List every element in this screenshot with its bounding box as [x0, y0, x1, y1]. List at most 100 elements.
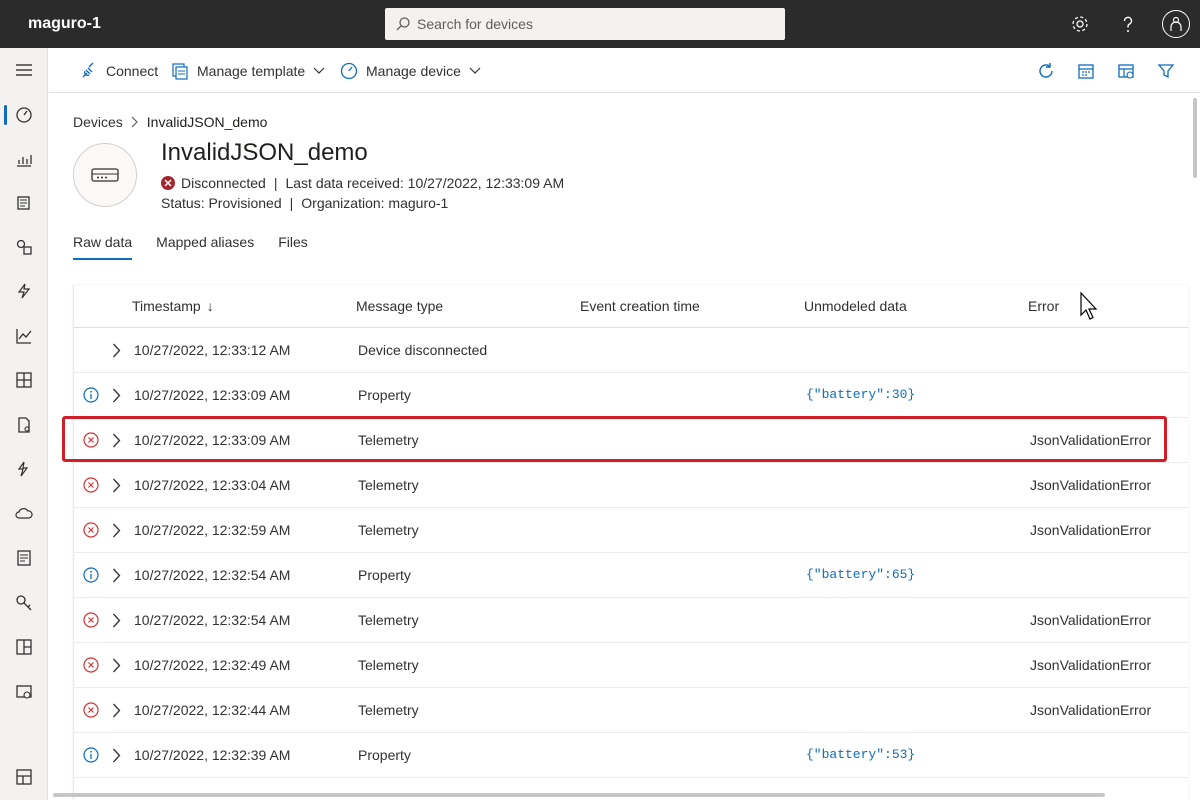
breadcrumb-current: InvalidJSON_demo	[146, 114, 268, 130]
column-timestamp[interactable]: Timestamp ↓	[132, 298, 214, 314]
column-event-creation-time[interactable]: Event creation time	[580, 298, 700, 314]
cell-timestamp: 10/27/2022, 12:32:39 AM	[134, 747, 291, 763]
search-box[interactable]: Search for devices	[385, 8, 785, 40]
nav-permissions-icon[interactable]	[0, 583, 48, 623]
help-icon[interactable]	[1104, 0, 1152, 48]
error-circle-icon	[83, 477, 99, 493]
chevron-right-icon[interactable]	[112, 477, 124, 493]
device-icon	[91, 168, 119, 182]
tab-files[interactable]: Files	[278, 234, 308, 260]
chevron-right-icon[interactable]	[112, 522, 124, 538]
manage-device-button[interactable]: Manage device	[340, 48, 481, 93]
connect-button[interactable]: Connect	[80, 48, 158, 93]
nav-cloud-export-icon[interactable]	[0, 494, 48, 534]
refresh-icon[interactable]	[1026, 48, 1066, 93]
cell-timestamp: 10/27/2022, 12:33:04 AM	[134, 477, 291, 493]
breadcrumb-devices-link[interactable]: Devices	[73, 114, 123, 130]
app-title[interactable]: maguro-1	[28, 15, 101, 33]
table-row[interactable]: 10/27/2022, 12:33:09 AM Property {"battery…	[74, 373, 1188, 418]
table-row[interactable]: 10/27/2022, 12:33:04 AM Telemetry JsonVali…	[74, 463, 1188, 508]
cell-timestamp: 10/27/2022, 12:32:54 AM	[134, 612, 291, 628]
calendar-icon[interactable]	[1066, 48, 1106, 93]
nav-analytics-icon[interactable]	[0, 139, 48, 179]
table-row[interactable]: 10/27/2022, 12:33:12 AM Device disconnect…	[74, 328, 1188, 373]
nav-dashboards-icon[interactable]	[0, 360, 48, 400]
cell-message-type: Property	[358, 567, 411, 583]
provision-status: Status: Provisioned	[161, 195, 282, 211]
cell-unmodeled-data[interactable]: {"battery":53}	[806, 747, 915, 762]
column-unmodeled-data[interactable]: Unmodeled data	[804, 298, 907, 314]
table-row[interactable]: 10/27/2022, 12:32:49 AM Telemetry JsonVali…	[74, 643, 1188, 688]
settings-gear-icon[interactable]	[1056, 0, 1104, 48]
info-circle-icon	[83, 567, 99, 583]
table-row[interactable]: 10/27/2022, 12:32:44 AM Telemetry JsonVali…	[74, 688, 1188, 733]
error-circle-icon	[83, 612, 99, 628]
chevron-down-icon	[313, 67, 325, 75]
chevron-right-icon[interactable]	[112, 702, 124, 718]
cell-timestamp: 10/27/2022, 12:32:44 AM	[134, 702, 291, 718]
separator: |	[273, 175, 278, 191]
cell-message-type: Property	[358, 387, 411, 403]
nav-devices-icon[interactable]	[0, 95, 48, 135]
left-nav	[0, 48, 48, 800]
nav-jobs-icon[interactable]	[0, 405, 48, 445]
nav-groups-icon[interactable]	[0, 227, 48, 267]
chevron-right-icon[interactable]	[112, 657, 124, 673]
cell-unmodeled-data[interactable]: {"battery":65}	[806, 567, 915, 582]
cell-message-type: Property	[358, 747, 411, 763]
account-avatar[interactable]	[1152, 0, 1200, 48]
chevron-right-icon[interactable]	[112, 747, 124, 763]
nav-audit-icon[interactable]	[0, 538, 48, 578]
cell-error: JsonValidationError	[1030, 657, 1152, 673]
chevron-right-icon[interactable]	[112, 342, 124, 358]
nav-rules-icon[interactable]	[0, 271, 48, 311]
page-title: InvalidJSON_demo	[161, 139, 368, 166]
info-circle-icon	[83, 387, 99, 403]
nav-apps-icon[interactable]	[0, 627, 48, 667]
nav-templates-icon[interactable]	[0, 183, 48, 223]
avatar-icon	[1162, 10, 1190, 38]
table-row[interactable]: 10/27/2022, 12:32:54 AM Telemetry JsonVali…	[74, 598, 1188, 643]
cell-error: JsonValidationError	[1030, 477, 1152, 493]
filter-icon[interactable]	[1146, 48, 1186, 93]
mouse-cursor-icon	[1080, 291, 1100, 323]
table-row[interactable]: 10/27/2022, 12:32:39 AM Property {"battery…	[74, 733, 1188, 778]
connection-status: Disconnected	[181, 175, 266, 191]
search-input[interactable]: Search for devices	[417, 16, 533, 32]
chevron-right-icon[interactable]	[112, 387, 124, 403]
horizontal-scrollbar[interactable]	[53, 793, 1105, 797]
template-icon	[171, 62, 189, 80]
tab-raw-data[interactable]: Raw data	[73, 234, 133, 260]
cell-timestamp: 10/27/2022, 12:32:54 AM	[134, 567, 291, 583]
cell-timestamp: 10/27/2022, 12:33:09 AM	[134, 387, 291, 403]
cell-timestamp: 10/27/2022, 12:32:59 AM	[134, 522, 291, 538]
cell-message-type: Telemetry	[358, 657, 419, 673]
nav-chart-icon[interactable]	[0, 316, 48, 356]
chevron-right-icon[interactable]	[112, 612, 124, 628]
chevron-right-icon[interactable]	[112, 567, 124, 583]
hamburger-menu-icon[interactable]	[0, 50, 48, 90]
column-timestamp-label: Timestamp	[132, 298, 201, 314]
table-row[interactable]: 10/27/2022, 12:32:59 AM Telemetry JsonVali…	[74, 508, 1188, 553]
device-status-info: Status: Provisioned | Organization: maguro…	[161, 195, 448, 211]
vertical-scrollbar[interactable]	[1193, 98, 1197, 178]
error-circle-icon	[83, 657, 99, 673]
table-row[interactable]: 10/27/2022, 12:32:54 AM Property {"battery…	[74, 553, 1188, 598]
cell-unmodeled-data[interactable]: {"battery":30}	[806, 387, 915, 402]
edit-columns-icon[interactable]	[1106, 48, 1146, 93]
tab-mapped-aliases[interactable]: Mapped aliases	[156, 234, 254, 260]
nav-settings-icon[interactable]	[0, 672, 48, 712]
nav-transform-icon[interactable]	[0, 449, 48, 489]
cell-message-type: Telemetry	[358, 522, 419, 538]
column-message-type[interactable]: Message type	[356, 298, 443, 314]
error-circle-icon	[83, 702, 99, 718]
last-data-received: Last data received: 10/27/2022, 12:33:09…	[285, 175, 565, 191]
command-bar: Connect Manage template Manage device	[49, 48, 1200, 93]
manage-device-label: Manage device	[366, 62, 461, 79]
column-error[interactable]: Error	[1028, 298, 1059, 314]
info-circle-icon	[83, 747, 99, 763]
nav-customize-icon[interactable]	[0, 757, 48, 797]
search-icon	[395, 16, 411, 32]
manage-template-button[interactable]: Manage template	[171, 48, 325, 93]
tab-list: Raw data Mapped aliases Files	[73, 234, 332, 260]
